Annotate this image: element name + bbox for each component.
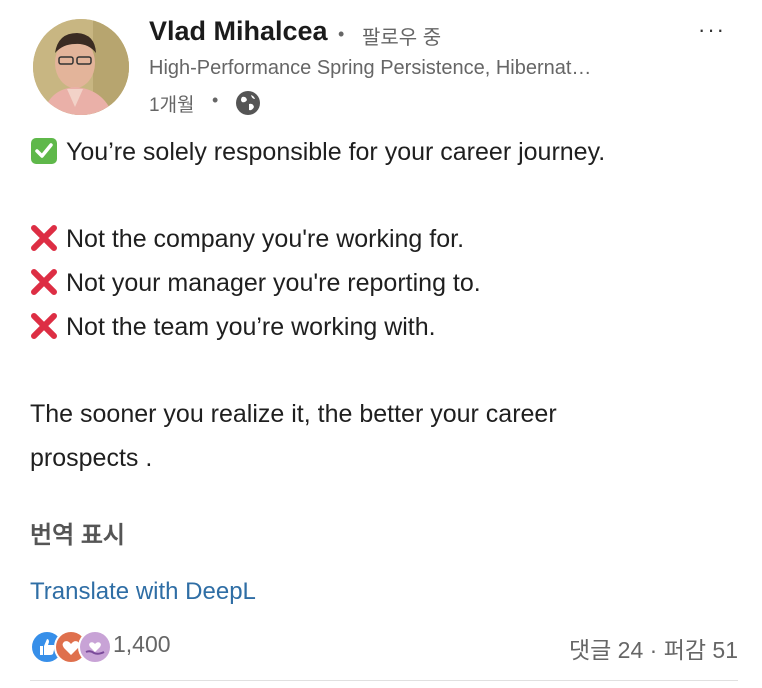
post-line-text: Not your manager you're reporting to. (66, 269, 481, 297)
cross-mark-emoji-icon (31, 225, 57, 251)
post-line-text: prospects . (30, 444, 153, 472)
cross-mark-emoji-icon (31, 269, 57, 295)
post-line: The sooner you realize it, the better yo… (30, 400, 557, 429)
shares-count[interactable]: 퍼감 51 (664, 637, 738, 663)
post-line-text: The sooner you realize it, the better yo… (30, 400, 557, 428)
comments-count[interactable]: 댓글 24 (569, 637, 643, 663)
separator-dot: • (212, 90, 219, 110)
more-options-button[interactable]: ··· (698, 17, 726, 43)
author-name[interactable]: Vlad Mihalcea (149, 16, 328, 47)
avatar-image (33, 19, 129, 115)
show-translation-button[interactable]: 번역 표시 (30, 515, 125, 550)
avatar[interactable] (33, 19, 129, 115)
follow-status[interactable]: 팔로우 중 (362, 21, 441, 50)
post-line-text: You’re solely responsible for your caree… (66, 138, 606, 166)
post-line: Not your manager you're reporting to. (30, 268, 481, 298)
translate-deepl-link[interactable]: Translate with DeepL (30, 578, 256, 606)
reaction-count[interactable]: 1,400 (113, 631, 171, 658)
post-line: Not the team you’re working with. (30, 312, 436, 342)
divider (30, 680, 738, 681)
post-time: 1개월 (149, 95, 195, 116)
cross-mark-emoji-icon (31, 313, 57, 339)
check-mark-emoji-icon (31, 138, 57, 164)
post-line-text: Not the team you’re working with. (66, 313, 436, 341)
post-line: You’re solely responsible for your caree… (30, 137, 605, 167)
post-line-text: Not the company you're working for. (66, 225, 465, 253)
engagement-stats: 댓글 24 · 퍼감 51 (569, 631, 738, 665)
post-line: prospects . (30, 444, 152, 473)
separator-dot: • (338, 24, 345, 44)
separator-dot: · (649, 637, 658, 663)
author-headline: High-Performance Spring Persistence, Hib… (149, 57, 592, 79)
post-line: Not the company you're working for. (30, 224, 464, 254)
support-icon (78, 630, 112, 664)
globe-icon (236, 91, 260, 115)
